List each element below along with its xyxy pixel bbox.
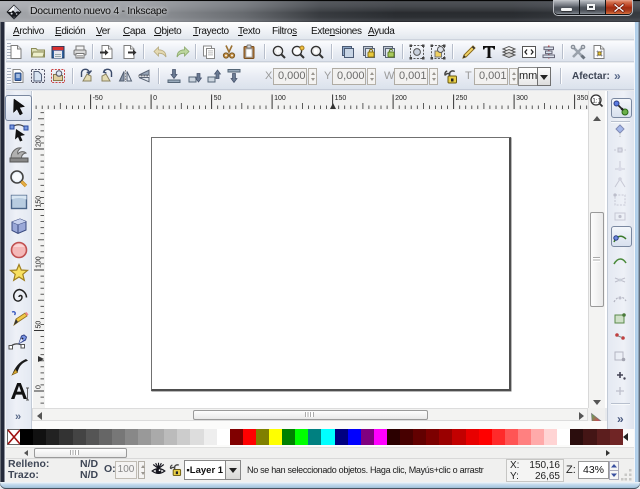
svg-text:50: 50	[214, 95, 222, 102]
svg-text:50: 50	[36, 321, 43, 329]
svg-text:150: 150	[335, 95, 347, 102]
svg-text:350: 350	[577, 95, 588, 102]
svg-text:200: 200	[395, 95, 407, 102]
svg-text:1:1: 1:1	[592, 98, 601, 105]
svg-text:300: 300	[516, 95, 528, 102]
svg-text:-50: -50	[93, 95, 103, 102]
svg-text:100: 100	[36, 256, 43, 268]
svg-text:0: 0	[153, 95, 157, 102]
svg-text:150: 150	[36, 196, 43, 208]
svg-text:250: 250	[456, 95, 468, 102]
svg-text:0: 0	[36, 385, 43, 389]
svg-text:100: 100	[274, 95, 286, 102]
